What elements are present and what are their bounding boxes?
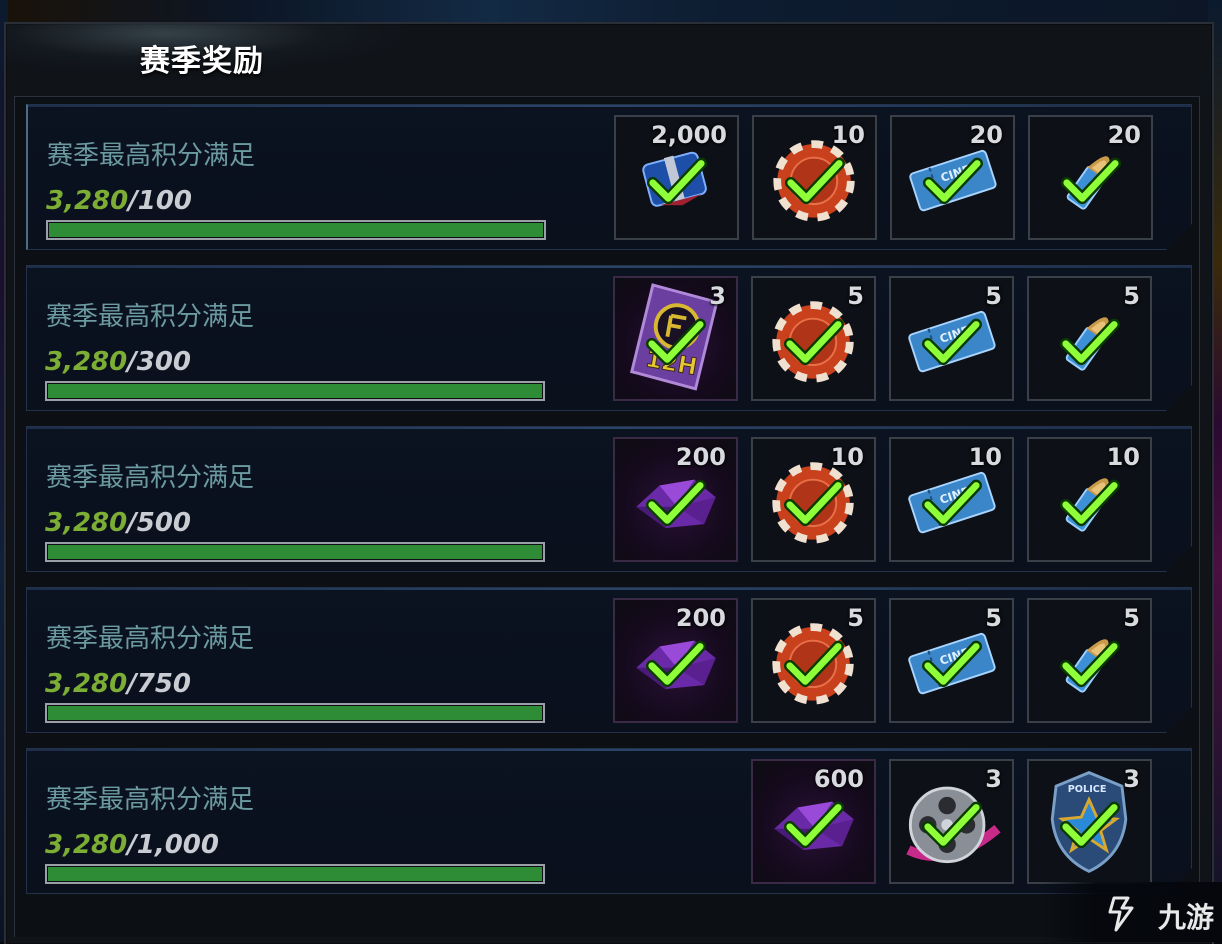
required-score: /300	[127, 347, 192, 377]
required-score: /750	[127, 669, 192, 699]
tier-progress-bar	[45, 864, 545, 884]
reward-tier-row: 赛季最高积分满足 3,280/750 200 5 CINE 5 5	[26, 587, 1192, 733]
watermark-area: 九游	[1042, 882, 1222, 942]
tier-condition-label: 赛季最高积分满足	[46, 785, 255, 815]
reward-slot[interactable]: 10	[1027, 437, 1152, 562]
reward-slot[interactable]: 20	[1028, 115, 1153, 240]
reward-slot[interactable]: 5	[751, 276, 876, 401]
tier-condition-label: 赛季最高积分满足	[46, 463, 255, 493]
reward-quantity: 200	[675, 443, 726, 471]
reward-slot[interactable]: 12H 3	[613, 276, 738, 401]
current-score: 3,280	[45, 508, 128, 538]
required-score: /500	[127, 508, 192, 538]
required-score: /1,000	[127, 830, 219, 860]
current-score: 3,280	[45, 669, 128, 699]
current-score: 3,280	[46, 186, 129, 216]
reward-slot[interactable]: CINE 20	[890, 115, 1015, 240]
reward-quantity: 3	[985, 765, 1002, 793]
reward-quantity: 5	[847, 604, 864, 632]
reward-quantity: 600	[813, 765, 864, 793]
reward-quantity: 3	[709, 282, 726, 310]
required-score: /100	[128, 186, 193, 216]
reward-slot[interactable]: 200	[613, 598, 738, 723]
reward-quantity: 5	[1123, 604, 1140, 632]
progress-bar-fill	[49, 223, 543, 237]
reward-slot[interactable]: POLICE 3	[1027, 759, 1152, 884]
tier-progress-text: 3,280/300	[45, 347, 191, 377]
reward-quantity: 10	[968, 443, 1002, 471]
reward-quantity: 200	[675, 604, 726, 632]
watermark-text: 九游	[1157, 901, 1214, 934]
reward-slot[interactable]: 5	[1027, 276, 1152, 401]
reward-slot[interactable]: 600	[751, 759, 876, 884]
reward-quantity: 5	[985, 282, 1002, 310]
jiuyou-logo-icon	[1108, 896, 1134, 932]
reward-quantity: 5	[847, 282, 864, 310]
tier-progress-text: 3,280/1,000	[45, 830, 219, 860]
reward-tier-row: 赛季最高积分满足 3,280/300 12H 3 5 CINE 5 5	[26, 265, 1192, 411]
tier-progress-text: 3,280/500	[45, 508, 191, 538]
tier-progress-text: 3,280/750	[45, 669, 191, 699]
reward-tier-row: 赛季最高积分满足 3,280/1,000 600 3 POLICE 3	[26, 748, 1192, 894]
reward-quantity: 20	[969, 121, 1003, 149]
reward-quantity: 10	[1106, 443, 1140, 471]
reward-quantity: 3	[1123, 765, 1140, 793]
reward-tier-row: 赛季最高积分满足 3,280/500 200 10 CINE 10 10	[26, 426, 1192, 572]
tier-progress-text: 3,280/100	[46, 186, 192, 216]
tier-condition-label: 赛季最高积分满足	[46, 624, 255, 654]
reward-slot[interactable]: CINE 10	[889, 437, 1014, 562]
reward-slot[interactable]: CINE 5	[889, 598, 1014, 723]
reward-quantity: 10	[831, 121, 865, 149]
reward-slot[interactable]: 2,000	[614, 115, 739, 240]
reward-tier-row: 赛季最高积分满足 3,280/100 2,000 10 CINE 20 20	[26, 104, 1192, 250]
reward-slot[interactable]: 5	[751, 598, 876, 723]
current-score: 3,280	[45, 830, 128, 860]
progress-bar-fill	[48, 384, 542, 398]
tier-condition-label: 赛季最高积分满足	[46, 302, 255, 332]
tier-progress-bar	[45, 381, 545, 401]
reward-quantity: 20	[1107, 121, 1141, 149]
progress-bar-fill	[48, 545, 542, 559]
tier-progress-bar	[45, 703, 545, 723]
reward-slot[interactable]: 10	[752, 115, 877, 240]
reward-slot[interactable]: CINE 5	[889, 276, 1014, 401]
progress-bar-fill	[48, 867, 542, 881]
panel-title: 赛季奖励	[140, 44, 264, 79]
reward-slot[interactable]: 10	[751, 437, 876, 562]
background-top	[0, 0, 1222, 24]
current-score: 3,280	[45, 347, 128, 377]
reward-slot[interactable]: 5	[1027, 598, 1152, 723]
tier-progress-bar	[45, 542, 545, 562]
reward-quantity: 10	[830, 443, 864, 471]
reward-quantity: 2,000	[651, 121, 727, 149]
progress-bar-fill	[48, 706, 542, 720]
reward-quantity: 5	[985, 604, 1002, 632]
reward-slot[interactable]: 200	[613, 437, 738, 562]
reward-slot[interactable]: 3	[889, 759, 1014, 884]
reward-quantity: 5	[1123, 282, 1140, 310]
tier-condition-label: 赛季最高积分满足	[47, 141, 256, 171]
tier-progress-bar	[46, 220, 546, 240]
